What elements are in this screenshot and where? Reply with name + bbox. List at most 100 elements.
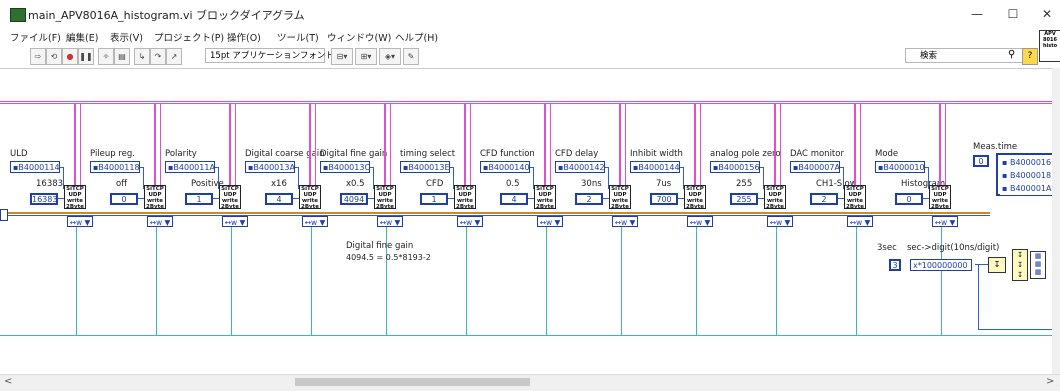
align-objects-icon[interactable]: ⊟▾ — [331, 48, 353, 65]
menu-window[interactable]: ウィンドウ(W) — [327, 30, 391, 44]
param-value-control[interactable]: 1 — [420, 193, 448, 205]
block-diagram-canvas[interactable]: ULD ▪B4000114 16383 16383 SiTCP UDP write 2B… — [0, 68, 1052, 375]
access-mode-ring[interactable]: ↔w ▼ — [302, 216, 328, 227]
param-value-control[interactable]: 0 — [895, 193, 923, 205]
access-mode-ring[interactable]: ↔w ▼ — [377, 216, 403, 227]
reorder-icon[interactable]: ◈▾ — [379, 48, 401, 65]
access-mode-ring[interactable]: ↔w ▼ — [457, 216, 483, 227]
minimize-button[interactable]: — — [966, 6, 988, 22]
sitcp-udp-write-subvi[interactable]: SiTCP UDP write 2Byte — [764, 185, 786, 210]
menu-file[interactable]: ファイル(F) — [10, 30, 61, 44]
font-dropdown[interactable]: 15pt アプリケーションフォント ▼ — [205, 48, 343, 63]
register-address-constant[interactable]: ▪B4000140 — [480, 161, 530, 173]
close-button[interactable]: ✕ — [1036, 6, 1058, 22]
menu-tools[interactable]: ツール(T) — [277, 30, 319, 44]
param-value-control[interactable]: 4 — [500, 193, 528, 205]
sitcp-udp-write-subvi[interactable]: SiTCP UDP write 2Byte — [454, 185, 476, 210]
param-value-control[interactable]: 4094 — [340, 193, 368, 205]
access-mode-ring[interactable]: ↔w ▼ — [537, 216, 563, 227]
search-input[interactable]: 検索 — [905, 48, 1025, 63]
param-value-control[interactable]: 2 — [575, 193, 603, 205]
menu-help[interactable]: ヘルプ(H) — [395, 30, 438, 44]
access-mode-ring[interactable]: ↔w ▼ — [147, 216, 173, 227]
param-label: CFD function — [480, 149, 535, 159]
menu-edit[interactable]: 編集(E) — [66, 30, 98, 44]
access-mode-ring[interactable]: ↔w ▼ — [612, 216, 638, 227]
sitcp-udp-write-subvi[interactable]: SiTCP UDP write 2Byte — [684, 185, 706, 210]
register-address-constant[interactable]: ▪B400011A — [165, 161, 215, 173]
sitcp-udp-write-subvi[interactable]: SiTCP UDP write 2Byte — [299, 185, 321, 210]
vertical-scrollbar[interactable] — [1052, 68, 1060, 374]
register-address-constant[interactable]: ▪B4000156 — [710, 161, 760, 173]
vi-icon[interactable]: APV 8016 histo — [1039, 30, 1060, 62]
register-address-constant[interactable]: ▪B4000118 — [90, 161, 140, 173]
maximize-button[interactable]: ☐ — [1002, 6, 1024, 22]
param-value-control[interactable]: 0 — [110, 193, 138, 205]
sitcp-udp-write-subvi[interactable]: SiTCP UDP write 2Byte — [374, 185, 396, 210]
run-arrow-icon[interactable]: ⇨ — [30, 48, 46, 65]
split-number-icon[interactable]: ↧ ↧ ↧ — [1012, 249, 1028, 281]
retain-values-icon[interactable]: ▤ — [114, 48, 130, 65]
sitcp-udp-write-subvi[interactable]: SiTCP UDP write 2Byte — [929, 185, 951, 210]
context-help-button[interactable]: ? — [1022, 48, 1038, 65]
abort-icon[interactable]: ● — [62, 48, 78, 65]
meas-time-array[interactable]: ▪ B4000016 ▪ B4000018 ▪ B400001A — [996, 153, 1052, 196]
wire-address-down — [763, 167, 764, 189]
param-value-control[interactable]: 2 — [810, 193, 838, 205]
param-value-control[interactable]: 1 — [185, 193, 213, 205]
step-out-icon[interactable]: ↗ — [166, 48, 182, 65]
register-address-constant[interactable]: ▪B4000010 — [875, 161, 925, 173]
param-value-control[interactable]: 16383 — [30, 193, 58, 205]
sitcp-udp-write-subvi[interactable]: SiTCP UDP write 2Byte — [609, 185, 631, 210]
wire-teal-vertical — [621, 227, 622, 335]
register-address-constant[interactable]: ▪B4000114 — [10, 161, 60, 173]
sitcp-udp-write-subvi[interactable]: SiTCP UDP write 2Byte — [144, 185, 166, 210]
meas-time-index[interactable]: 0 — [973, 155, 989, 167]
sitcp-udp-write-subvi[interactable]: SiTCP UDP write 2Byte — [844, 185, 866, 210]
wire-pink-vertical-2 — [860, 103, 861, 185]
convert-icon[interactable]: ↧ — [988, 257, 1006, 273]
horizontal-scrollbar[interactable] — [0, 374, 1060, 391]
scroll-right-icon[interactable]: > — [1046, 376, 1054, 387]
search-icon[interactable]: ⚲ — [1008, 49, 1015, 60]
access-mode-ring[interactable]: ↔w ▼ — [847, 216, 873, 227]
menu-project[interactable]: プロジェクト(P) — [154, 30, 224, 44]
register-address-constant[interactable]: ▪B400013E — [400, 161, 450, 173]
access-mode-ring[interactable]: ↔w ▼ — [687, 216, 713, 227]
param-value-text: 16383 — [36, 179, 64, 189]
cleanup-diagram-icon[interactable]: ✎ — [403, 48, 419, 65]
param-value-control[interactable]: 700 — [650, 193, 678, 205]
access-mode-ring[interactable]: ↔w ▼ — [222, 216, 248, 227]
distribute-objects-icon[interactable]: ⊞▾ — [355, 48, 377, 65]
horizontal-scroll-thumb[interactable] — [295, 378, 530, 386]
sitcp-udp-write-subvi[interactable]: SiTCP UDP write 2Byte — [534, 185, 556, 210]
access-mode-ring[interactable]: ↔w ▼ — [67, 216, 93, 227]
register-address-constant[interactable]: ▪B400013C — [320, 161, 370, 173]
param-value-control[interactable]: 4 — [265, 193, 293, 205]
multiply-expression-node[interactable]: x*100000000 — [910, 259, 972, 271]
run-continuous-icon[interactable]: ⟲ — [46, 48, 62, 65]
window-title: main_APV8016A_histogram.vi ブロックダイアグラム — [28, 9, 305, 22]
menu-operate[interactable]: 操作(O) — [227, 30, 261, 44]
register-address-constant[interactable]: ▪B4000144 — [630, 161, 680, 173]
step-over-icon[interactable]: ↷ — [150, 48, 166, 65]
highlight-bulb-icon[interactable]: ✧ — [98, 48, 114, 65]
access-mode-ring[interactable]: ↔w ▼ — [767, 216, 793, 227]
sitcp-udp-write-subvi[interactable]: SiTCP UDP write 2Byte — [219, 185, 241, 210]
sec-value-constant[interactable]: 3 — [889, 259, 901, 271]
param-value-text: off — [116, 179, 128, 189]
register-address-constant[interactable]: ▪B4000142 — [555, 161, 605, 173]
step-into-icon[interactable]: ↳ — [134, 48, 150, 65]
sec-label: 3sec — [877, 243, 897, 253]
register-address-constant[interactable]: ▪B400007A — [790, 161, 840, 173]
register-address-constant[interactable]: ▪B400013A — [245, 161, 295, 173]
pause-icon[interactable]: ❚❚ — [78, 48, 94, 65]
menu-view[interactable]: 表示(V) — [110, 30, 143, 44]
scroll-left-icon[interactable]: < — [4, 376, 12, 387]
access-mode-ring[interactable]: ↔w ▼ — [932, 216, 958, 227]
sitcp-udp-write-subvi[interactable]: SiTCP UDP write 2Byte — [64, 185, 86, 210]
wire-value — [603, 198, 609, 199]
wire-value — [678, 198, 684, 199]
param-value-control[interactable]: 255 — [730, 193, 758, 205]
build-array-icon[interactable]: ▦ ▦ ▦ — [1030, 251, 1046, 279]
